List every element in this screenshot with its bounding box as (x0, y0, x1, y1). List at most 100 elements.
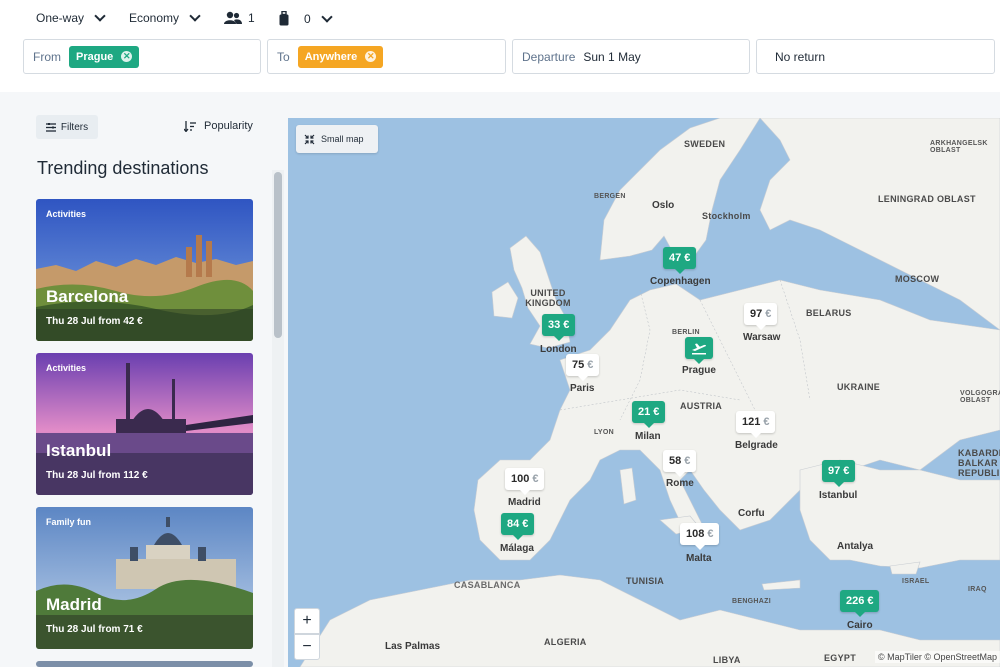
region-label: ARKHANGELSK OBLAST (930, 140, 988, 154)
chevron-down-icon (321, 11, 333, 23)
city-label-prague: Prague (682, 365, 716, 376)
card-tag: Activities (46, 209, 87, 219)
price-pin-madrid[interactable]: 100 € (505, 468, 545, 495)
city-label-oslo: Oslo (652, 200, 675, 211)
bags-dropdown[interactable]: 0 (278, 11, 333, 27)
card-city: Istanbul (46, 441, 112, 460)
passengers-dropdown[interactable]: 1 (224, 11, 255, 25)
card-price: Thu 28 Jul from 71 € (46, 624, 143, 635)
collapse-icon (304, 134, 315, 144)
price-pin-paris[interactable]: 75 € (566, 354, 600, 381)
country-label: TUNISIA (626, 576, 665, 586)
destination-chip-label: Anywhere (304, 50, 358, 63)
city-label-malta: Malta (686, 553, 712, 564)
country-label: BELARUS (806, 308, 852, 318)
city-label: CASABLANCA (454, 580, 521, 590)
city-label-paris: Paris (570, 383, 595, 394)
sidebar-scrollbar-thumb[interactable] (274, 172, 282, 338)
origin-field[interactable]: From Prague ✕ (23, 39, 261, 74)
destinations-map[interactable]: ARKHANGELSK OBLAST SWEDEN LENINGRAD OBLA… (288, 118, 1000, 667)
country-label: AUSTRIA (680, 401, 723, 411)
country-label: UKRAINE (837, 382, 881, 392)
departure-field-label: Departure (522, 49, 576, 64)
zoom-in-button[interactable]: + (294, 608, 320, 634)
filters-icon (45, 122, 56, 132)
city-label-istanbul: Istanbul (819, 490, 858, 501)
country-label: SWEDEN (684, 139, 726, 149)
destination-card-madrid[interactable]: Family fun Madrid Thu 28 Jul from 71 € (36, 507, 253, 649)
remove-destination-icon[interactable]: ✕ (365, 51, 377, 62)
card-city: Barcelona (46, 287, 129, 306)
price-pin-malaga[interactable]: 84 € (501, 513, 535, 540)
map-attribution: © MapTiler © OpenStreetMap (875, 651, 1000, 663)
city-label-malaga: Málaga (500, 543, 534, 554)
destination-card-istanbul[interactable]: Activities Istanbul Thu 28 Jul from 112 … (36, 353, 253, 495)
zoom-out-button[interactable]: − (294, 634, 320, 660)
city-label-antalya: Antalya (837, 541, 874, 552)
country-label: IRAQ (968, 586, 987, 593)
city-label-warsaw: Warsaw (743, 332, 781, 343)
departure-date-value: Sun 1 May (583, 49, 641, 64)
country-label: LIBYA (713, 655, 741, 665)
trip-type-dropdown[interactable]: One-way (36, 10, 106, 25)
trip-type-label: One-way (36, 11, 85, 25)
plane-takeoff-icon (692, 343, 706, 355)
return-value: No return (775, 49, 826, 64)
card-price: Thu 28 Jul from 42 € (46, 316, 143, 327)
city-label-milan: Milan (635, 431, 661, 442)
country-label: EGYPT (824, 653, 857, 663)
country-label: ISRAEL (902, 578, 930, 585)
price-pin-malta[interactable]: 108 € (680, 523, 720, 550)
card-city: Madrid (46, 595, 102, 614)
price-pin-warsaw[interactable]: 97 € (744, 303, 778, 330)
price-pin-belgrade[interactable]: 121 € (736, 411, 776, 438)
city-label: LYON (594, 429, 615, 436)
departure-field[interactable]: Departure Sun 1 May (512, 39, 750, 74)
card-tag: Activities (46, 363, 87, 373)
small-map-label: Small map (321, 134, 364, 144)
price-pin-london[interactable]: 33 € (542, 314, 576, 341)
return-field[interactable]: No return (756, 39, 995, 74)
city-label: BERGEN (594, 193, 626, 200)
chevron-down-icon (189, 10, 201, 22)
filters-label: Filters (60, 121, 89, 133)
origin-chip[interactable]: Prague ✕ (69, 45, 140, 68)
country-label: ALGERIA (544, 637, 587, 647)
card-price: Thu 28 Jul from 112 € (46, 470, 148, 481)
card-tag: Family fun (46, 517, 92, 527)
city-label: BENGHAZI (732, 598, 771, 605)
sort-icon (184, 120, 196, 132)
city-label-las-palmas: Las Palmas (385, 641, 441, 652)
price-pin-istanbul[interactable]: 97 € (822, 460, 856, 487)
city-label-corfu: Corfu (738, 508, 765, 519)
destination-field[interactable]: To Anywhere ✕ (267, 39, 506, 74)
price-pin-milan[interactable]: 21 € (632, 401, 666, 428)
sort-button[interactable]: Popularity (184, 120, 253, 132)
passengers-count: 1 (248, 11, 255, 25)
filters-button[interactable]: Filters (36, 115, 98, 139)
region-label: LENINGRAD OBLAST (878, 194, 976, 204)
city-label-moscow: MOSCOW (895, 274, 940, 284)
origin-marker[interactable] (685, 337, 713, 364)
city-label-stockholm: Stockholm (702, 211, 751, 221)
city-label-belgrade: Belgrade (735, 440, 778, 451)
destination-chip[interactable]: Anywhere ✕ (297, 45, 384, 68)
cabin-class-dropdown[interactable]: Economy (129, 10, 201, 25)
price-pin-cairo[interactable]: 226 € (840, 590, 880, 617)
small-map-button[interactable]: Small map (296, 125, 378, 153)
destination-card-next[interactable] (36, 661, 253, 667)
region-label: KABARDINO BALKAR REPUBLIC (958, 448, 1000, 478)
country-label: UNITED KINGDOM (525, 288, 571, 308)
cabin-class-label: Economy (129, 11, 180, 25)
remove-origin-icon[interactable]: ✕ (121, 51, 133, 62)
passengers-icon (224, 11, 242, 24)
city-label: BERLIN (672, 329, 700, 336)
luggage-icon (279, 11, 289, 26)
city-label-cairo: Cairo (847, 620, 873, 631)
price-pin-rome[interactable]: 58 € (663, 450, 697, 477)
price-pin-copenhagen[interactable]: 47 € (663, 247, 697, 274)
destination-field-label: To (277, 49, 290, 64)
trending-heading: Trending destinations (37, 158, 209, 178)
bags-count: 0 (304, 12, 311, 26)
destination-card-barcelona[interactable]: Activities Barcelona Thu 28 Jul from 42 … (36, 199, 253, 341)
